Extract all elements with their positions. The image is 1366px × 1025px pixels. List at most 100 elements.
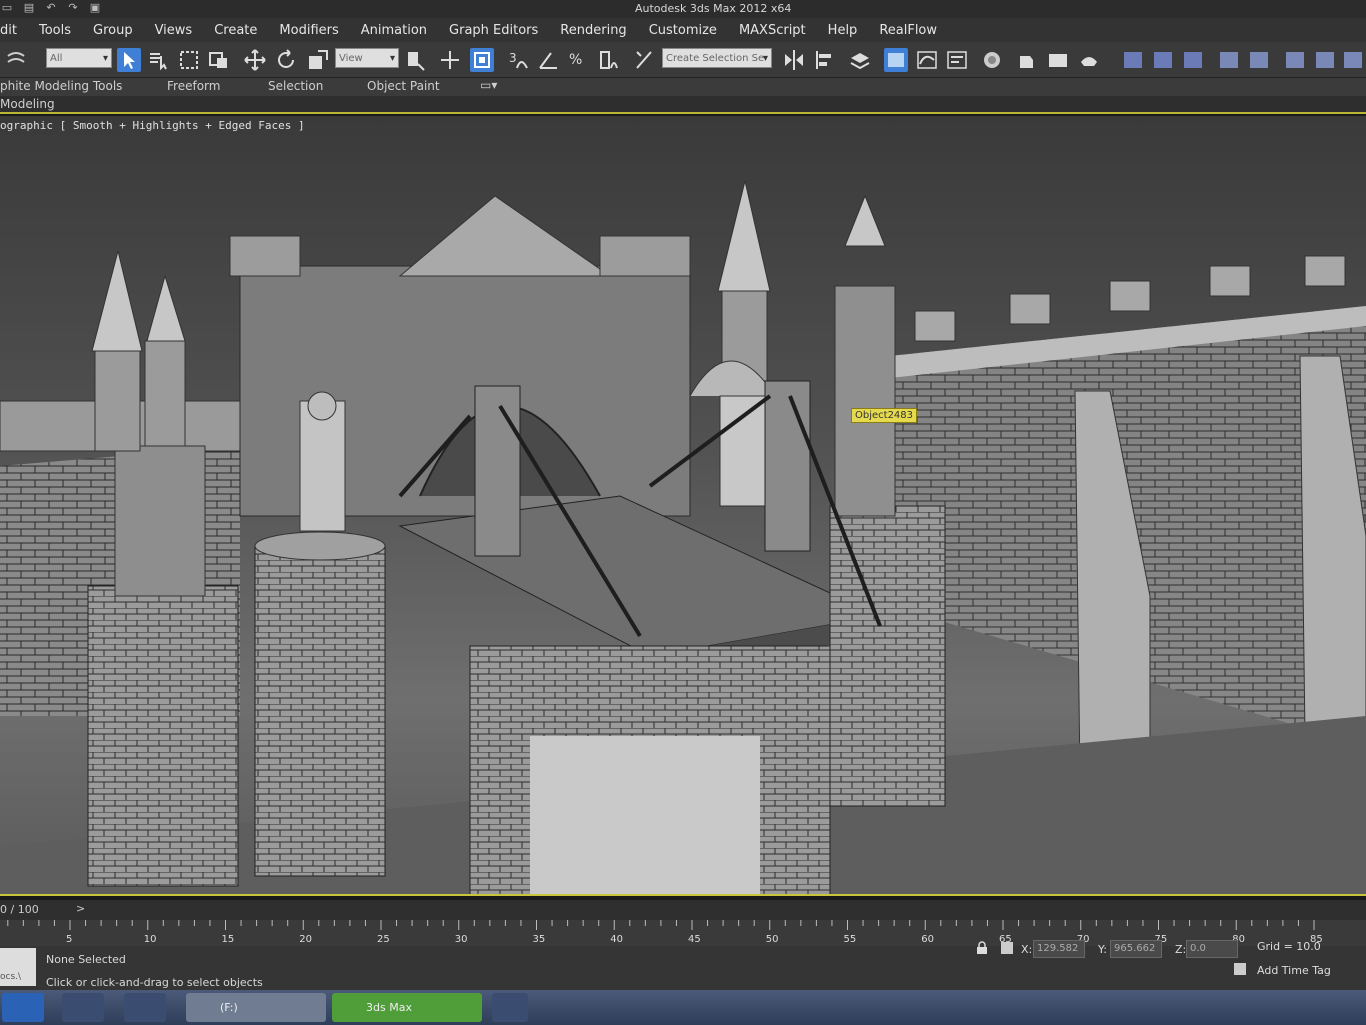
realflow-particles-icon[interactable]	[1217, 48, 1241, 72]
realflow-bin2-icon[interactable]	[1313, 48, 1337, 72]
material-editor-icon[interactable]	[980, 48, 1004, 72]
ribbon-tabs: phite Modeling Tools Freeform Selection …	[0, 78, 1366, 96]
menu-realflow[interactable]: RealFlow	[879, 23, 937, 38]
align-icon[interactable]	[813, 48, 837, 72]
keyboard-shortcut-override-icon[interactable]	[470, 48, 494, 72]
z-coord-label: Z:	[1175, 943, 1187, 956]
realflow-bin-icon[interactable]	[1283, 48, 1307, 72]
snaps-toggle-icon[interactable]: 3	[507, 48, 531, 72]
menu-customize[interactable]: Customize	[649, 23, 717, 38]
window-crossing-icon[interactable]	[207, 48, 231, 72]
window-title: Autodesk 3ds Max 2012 x64	[635, 2, 792, 15]
menu-group[interactable]: Group	[93, 23, 133, 38]
move-icon[interactable]	[243, 48, 267, 72]
select-object-icon[interactable]	[117, 48, 141, 72]
menu-animation[interactable]: Animation	[361, 23, 427, 38]
drive-f-task[interactable]: (F:)	[186, 993, 326, 1022]
redo-icon[interactable]: ↷	[66, 1, 80, 15]
menu-modifiers[interactable]: Modifiers	[279, 23, 338, 38]
grid-size: Grid = 10.0	[1257, 940, 1321, 953]
menu-maxscript[interactable]: MAXScript	[739, 23, 806, 38]
track-tick-label: 50	[766, 934, 779, 945]
percent-snap-icon[interactable]: %	[567, 48, 591, 72]
next-frame-button[interactable]: >	[76, 902, 85, 915]
save-file-icon[interactable]: ▤	[22, 1, 36, 15]
menu-create[interactable]: Create	[214, 23, 257, 38]
object-name-tooltip: Object2483	[851, 408, 918, 423]
selection-filter-dropdown[interactable]: All	[46, 48, 112, 69]
realflow-mesh-icon[interactable]	[1247, 48, 1271, 72]
svg-text:%: %	[569, 52, 582, 68]
track-tick-label: 40	[610, 934, 623, 945]
edit-named-selection-icon[interactable]	[632, 48, 656, 72]
select-by-name-icon[interactable]	[147, 48, 171, 72]
time-slider[interactable]: 0 / 100 >	[0, 900, 1366, 920]
main-toolbar: All View 3 % Create Selection Se	[0, 42, 1366, 78]
select-manipulate-icon[interactable]	[438, 48, 462, 72]
hold-icon[interactable]: ▣	[88, 1, 102, 15]
3dsmax-task[interactable]: 3ds Max	[332, 993, 482, 1022]
layer-manager-icon[interactable]	[848, 48, 872, 72]
named-selection-set-dropdown[interactable]: Create Selection Se	[662, 48, 772, 69]
reference-coordinate-dropdown[interactable]: View	[335, 48, 399, 69]
graphite-toggle-icon[interactable]	[884, 48, 908, 72]
realflow-export-icon[interactable]	[1181, 48, 1205, 72]
track-tick-label: 55	[844, 934, 857, 945]
add-time-tag-button[interactable]: Add Time Tag	[1257, 964, 1331, 977]
maxscript-listener-mini[interactable]: ocs.\	[0, 948, 36, 986]
track-tick-label: 20	[299, 934, 312, 945]
menu-views[interactable]: Views	[155, 23, 193, 38]
pivot-center-icon[interactable]	[404, 48, 428, 72]
modeling-panel-label[interactable]: Modeling	[0, 97, 55, 111]
windows-taskbar: (F:) 3ds Max	[0, 990, 1366, 1025]
tab-freeform[interactable]: Freeform	[167, 79, 220, 93]
menu-graph-editors[interactable]: Graph Editors	[449, 23, 538, 38]
menu-help[interactable]: Help	[828, 23, 858, 38]
undo-icon[interactable]: ↶	[44, 1, 58, 15]
tab-object-paint[interactable]: Object Paint	[367, 79, 440, 93]
z-coord-field[interactable]: 0.0	[1186, 940, 1238, 958]
perspective-viewport[interactable]: ographic [ Smooth + Highlights + Edged F…	[0, 116, 1366, 896]
menu-bar: dit Tools Group Views Create Modifiers A…	[0, 18, 1366, 42]
render-production-icon[interactable]	[1077, 48, 1101, 72]
realflow-scene-icon[interactable]	[1121, 48, 1145, 72]
realflow-bin3-icon[interactable]	[1341, 48, 1365, 72]
tab-graphite-modeling-tools[interactable]: phite Modeling Tools	[0, 79, 122, 93]
selection-status: None Selected	[46, 953, 126, 966]
link-icon[interactable]	[4, 48, 28, 72]
absolute-mode-icon[interactable]	[1000, 941, 1014, 955]
x-coord-field[interactable]: 129.582	[1033, 940, 1085, 958]
time-tag-icon[interactable]	[1234, 963, 1246, 975]
castle-scene	[0, 180, 1366, 894]
explorer-task[interactable]	[62, 993, 104, 1022]
scale-icon[interactable]	[306, 48, 330, 72]
render-setup-icon[interactable]	[1014, 48, 1038, 72]
rectangle-region-icon[interactable]	[177, 48, 201, 72]
realflow-emitter-icon[interactable]	[1151, 48, 1175, 72]
schematic-view-icon[interactable]	[945, 48, 969, 72]
track-tick-label: 60	[921, 934, 934, 945]
tab-selection[interactable]: Selection	[268, 79, 323, 93]
svg-text:3: 3	[509, 51, 517, 65]
rotate-icon[interactable]	[274, 48, 298, 72]
frame-counter[interactable]: 0 / 100	[0, 903, 39, 916]
rendered-frame-window-icon[interactable]	[1046, 48, 1070, 72]
mirror-icon[interactable]	[782, 48, 806, 72]
desktop-task[interactable]	[2, 993, 44, 1022]
menu-rendering[interactable]: Rendering	[560, 23, 626, 38]
selection-lock-icon[interactable]	[975, 941, 989, 955]
open-file-icon[interactable]: ▭	[0, 1, 14, 15]
menu-tools[interactable]: Tools	[39, 23, 71, 38]
app-task[interactable]	[492, 993, 528, 1022]
menu-edit[interactable]: dit	[0, 23, 17, 38]
angle-snap-icon[interactable]	[537, 48, 561, 72]
spinner-snap-icon[interactable]	[597, 48, 621, 72]
ribbon-options-icon[interactable]: ▭▾	[480, 78, 497, 92]
track-tick-label: 35	[533, 934, 546, 945]
ribbon-panel-bar: Modeling	[0, 96, 1366, 114]
title-bar: ▭ ▤ ↶ ↷ ▣ Autodesk 3ds Max 2012 x64	[0, 0, 1366, 18]
curve-editor-icon[interactable]	[915, 48, 939, 72]
y-coord-field[interactable]: 965.662	[1110, 940, 1162, 958]
browser-task[interactable]	[124, 993, 166, 1022]
y-coord-label: Y:	[1098, 943, 1107, 956]
